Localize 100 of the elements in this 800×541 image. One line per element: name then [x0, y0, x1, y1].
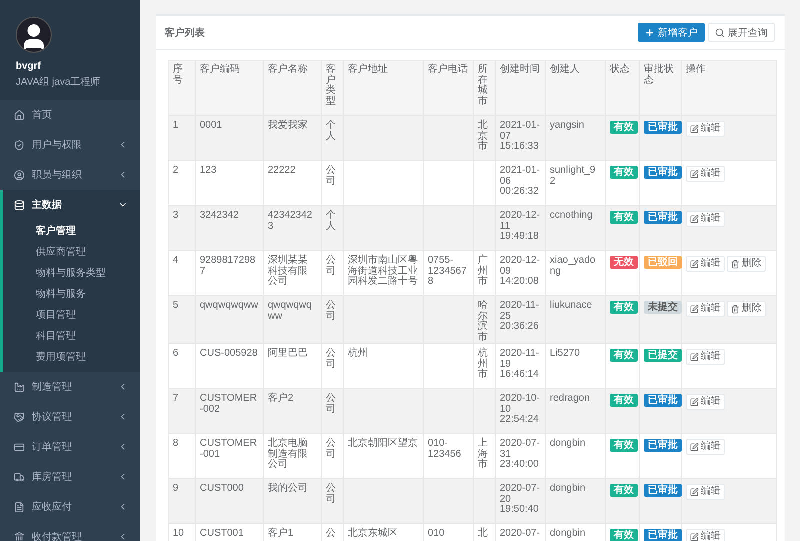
add-button[interactable]: 新增客户	[638, 23, 705, 42]
status-badge: 已审批	[644, 484, 682, 497]
edit-button[interactable]: 编辑	[686, 256, 725, 272]
menu-item[interactable]: 应收应付	[3, 492, 140, 522]
status-badge: 已提交	[644, 349, 682, 362]
delete-button[interactable]: 删除	[727, 301, 766, 317]
edit-button[interactable]: 编辑	[686, 529, 725, 541]
edit-button[interactable]: 编辑	[686, 121, 725, 137]
search-button[interactable]: 展开查询	[708, 23, 775, 42]
edit-icon	[690, 124, 699, 134]
column-header: 创建人	[546, 60, 606, 116]
status-badge: 未提交	[644, 301, 682, 314]
table-cell: 5	[168, 296, 196, 344]
menu-item[interactable]: 制造管理	[3, 372, 140, 402]
menu-item[interactable]: 主数据	[3, 190, 140, 220]
table-cell: 4	[168, 250, 196, 296]
column-header: 客户编码	[196, 60, 264, 116]
status-badge: 有效	[610, 211, 638, 224]
truck-icon	[14, 472, 25, 482]
column-header: 客户名称	[264, 60, 322, 116]
status-badge: 有效	[610, 121, 638, 134]
trash-icon	[731, 304, 740, 314]
column-header: 创建时间	[496, 60, 546, 116]
table-cell: 2	[168, 160, 196, 206]
shield-icon	[14, 140, 25, 150]
edit-icon	[690, 398, 699, 406]
status-badge: 已驳回	[644, 256, 682, 269]
table-cell: 1	[168, 116, 196, 160]
status-badge: 已审批	[644, 439, 682, 452]
menu-item[interactable]: 订单管理	[3, 432, 140, 462]
table-cell: 6	[168, 344, 196, 388]
submenu-item[interactable]: 供应商管理	[3, 241, 140, 262]
submenu-item[interactable]: 项目管理	[3, 304, 140, 325]
menu-item[interactable]: 首页	[3, 100, 140, 130]
status-badge: 有效	[610, 439, 638, 452]
delete-button[interactable]: 删除	[727, 256, 766, 272]
table-cell: 9	[168, 478, 196, 524]
edit-button[interactable]: 编辑	[686, 301, 725, 317]
factory-icon	[14, 382, 25, 392]
user-role: JAVA组 java工程师	[16, 76, 102, 89]
status-badge: 有效	[610, 301, 638, 314]
submenu-item[interactable]: 费用项管理	[3, 346, 140, 367]
column-header: 序号	[168, 60, 196, 116]
edit-icon	[690, 488, 699, 496]
status-badge: 有效	[610, 394, 638, 407]
submenu-item[interactable]: 物料与服务	[3, 283, 140, 304]
submenu-item[interactable]: 客户管理	[3, 220, 140, 241]
edit-button[interactable]: 编辑	[686, 394, 725, 410]
user-name: bvgrf	[16, 61, 42, 72]
submenu-item[interactable]: 物料与服务类型	[3, 262, 140, 283]
status-badge: 已审批	[644, 211, 682, 224]
handshake-icon	[14, 412, 25, 422]
home-icon	[14, 110, 25, 120]
edit-icon	[690, 352, 699, 362]
column-header: 客户类型	[322, 60, 344, 116]
plus-icon	[645, 28, 655, 38]
edit-button[interactable]: 编辑	[686, 166, 725, 182]
column-header: 客户电话	[424, 60, 474, 116]
status-badge: 有效	[610, 484, 638, 497]
user-circle-icon	[14, 170, 25, 180]
search-icon	[715, 28, 725, 38]
edit-icon	[690, 170, 699, 178]
submenu-item[interactable]: 科目管理	[3, 325, 140, 346]
column-header: 状态	[606, 60, 640, 116]
menu-item[interactable]: 协议管理	[3, 402, 140, 432]
status-badge: 无效	[610, 256, 638, 269]
table-cell: 7	[168, 388, 196, 434]
edit-button[interactable]: 编辑	[686, 211, 725, 227]
edit-button[interactable]: 编辑	[686, 484, 725, 500]
column-header: 客户地址	[344, 60, 424, 116]
status-badge: 已审批	[644, 529, 682, 541]
card-title: 客户列表	[165, 26, 206, 40]
edit-icon	[690, 442, 699, 452]
column-header: 所在城市	[474, 60, 496, 116]
bank-icon	[14, 532, 25, 541]
column-header: 审批状态	[640, 60, 682, 116]
edit-button[interactable]: 编辑	[686, 439, 725, 455]
table-cell: 3	[168, 206, 196, 250]
edit-button[interactable]: 编辑	[686, 349, 725, 365]
column-header: 操作	[682, 60, 776, 116]
menu-item[interactable]: 用户与权限	[3, 130, 140, 160]
status-badge: 已审批	[644, 166, 682, 179]
menu-item[interactable]: 职员与组织	[3, 160, 140, 190]
status-badge: 有效	[610, 349, 638, 362]
avatar-icon	[16, 17, 52, 53]
status-badge: 已审批	[644, 394, 682, 407]
menu-item[interactable]: 库房管理	[3, 462, 140, 492]
status-badge: 有效	[610, 166, 638, 179]
edit-icon	[690, 214, 699, 224]
trash-icon	[731, 260, 740, 268]
status-badge: 有效	[610, 529, 638, 541]
document-icon	[14, 502, 25, 512]
table-cell: 10	[168, 524, 196, 541]
edit-icon	[690, 260, 699, 268]
table-cell: 8	[168, 434, 196, 478]
database-icon	[14, 200, 25, 210]
edit-icon	[690, 532, 699, 541]
card-icon	[14, 442, 25, 452]
status-badge: 已审批	[644, 121, 682, 134]
edit-icon	[690, 304, 699, 314]
